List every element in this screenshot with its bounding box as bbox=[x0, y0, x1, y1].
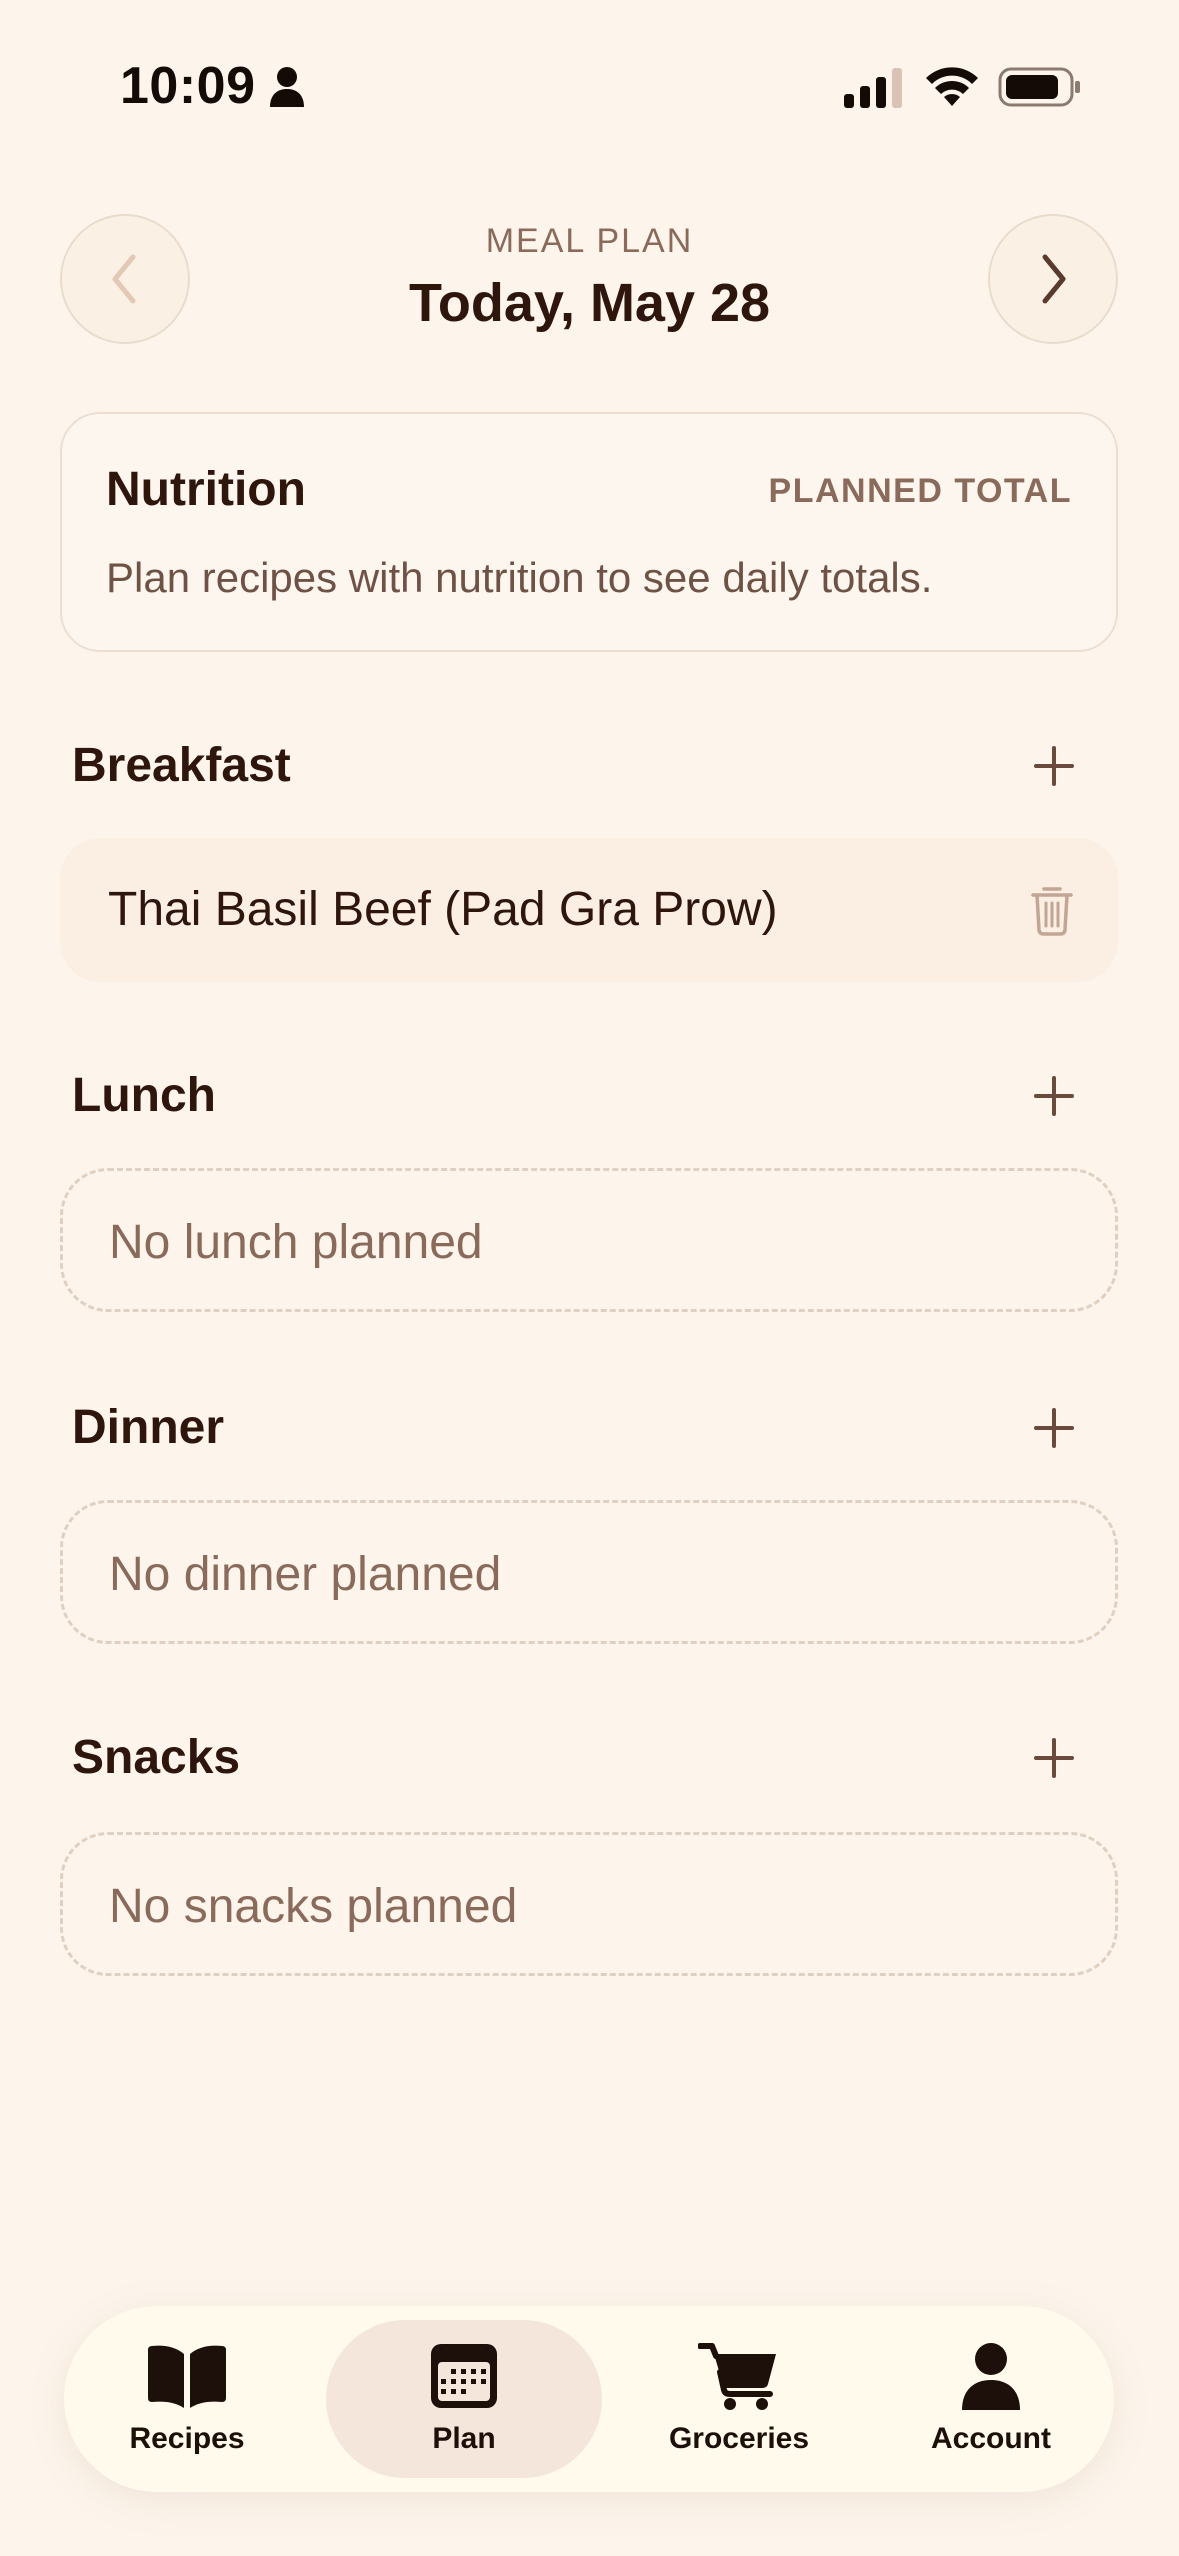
add-dinner-button[interactable] bbox=[1024, 1398, 1084, 1458]
calendar-icon bbox=[431, 2344, 497, 2408]
empty-slot-snacks[interactable]: No snacks planned bbox=[60, 1832, 1118, 1976]
wifi-icon bbox=[926, 67, 978, 106]
meal-item-breakfast[interactable]: Thai Basil Beef (Pad Gra Prow) bbox=[60, 838, 1118, 982]
nutrition-card: Nutrition PLANNED TOTAL Plan recipes wit… bbox=[60, 412, 1118, 652]
plus-icon bbox=[1034, 1076, 1074, 1116]
meal-item-name: Thai Basil Beef (Pad Gra Prow) bbox=[108, 883, 778, 936]
tab-plan[interactable]: Plan bbox=[326, 2320, 602, 2478]
book-icon bbox=[148, 2345, 226, 2408]
tab-groceries[interactable]: Groceries bbox=[614, 2320, 864, 2478]
person-icon bbox=[962, 2343, 1020, 2410]
empty-text-snacks: No snacks planned bbox=[109, 1880, 518, 1933]
tab-bar: Recipes Plan Groceries Account bbox=[64, 2306, 1114, 2492]
empty-slot-dinner[interactable]: No dinner planned bbox=[60, 1500, 1118, 1644]
plus-icon bbox=[1034, 1738, 1074, 1778]
battery-icon bbox=[998, 67, 1080, 107]
section-title-dinner: Dinner bbox=[72, 1401, 225, 1454]
empty-text-dinner: No dinner planned bbox=[109, 1548, 502, 1601]
add-lunch-button[interactable] bbox=[1024, 1066, 1084, 1126]
section-title-snacks: Snacks bbox=[72, 1731, 241, 1784]
tab-label: Recipes bbox=[129, 2422, 245, 2455]
section-title-lunch: Lunch bbox=[72, 1069, 216, 1122]
person-icon bbox=[270, 67, 304, 107]
tab-recipes[interactable]: Recipes bbox=[62, 2320, 312, 2478]
status-time: 10:09 bbox=[120, 57, 256, 115]
status-bar: 10:09 bbox=[0, 0, 1179, 170]
plus-icon bbox=[1034, 746, 1074, 786]
empty-text-lunch: No lunch planned bbox=[109, 1216, 483, 1269]
cart-icon bbox=[698, 2343, 776, 2410]
nutrition-kicker: PLANNED TOTAL bbox=[768, 472, 1072, 510]
meal-plan-screen: 10:09 MEAL PLAN Today, May 28 Nutrition … bbox=[0, 0, 1179, 2556]
tab-label: Account bbox=[931, 2422, 1051, 2455]
delete-meal-button[interactable] bbox=[1024, 880, 1080, 940]
tab-account[interactable]: Account bbox=[866, 2320, 1116, 2478]
empty-slot-lunch[interactable]: No lunch planned bbox=[60, 1168, 1118, 1312]
nutrition-note: Plan recipes with nutrition to see daily… bbox=[106, 554, 933, 601]
plus-icon bbox=[1034, 1408, 1074, 1448]
nutrition-title: Nutrition bbox=[106, 463, 306, 516]
add-breakfast-button[interactable] bbox=[1024, 736, 1084, 796]
section-title-breakfast: Breakfast bbox=[72, 739, 291, 792]
add-snacks-button[interactable] bbox=[1024, 1728, 1084, 1788]
signal-icon bbox=[844, 68, 902, 108]
trash-icon bbox=[1031, 887, 1073, 936]
tab-label: Plan bbox=[432, 2422, 496, 2455]
next-day-button[interactable] bbox=[988, 214, 1118, 344]
tab-label: Groceries bbox=[668, 2422, 810, 2455]
chevron-right-icon bbox=[1042, 254, 1066, 304]
